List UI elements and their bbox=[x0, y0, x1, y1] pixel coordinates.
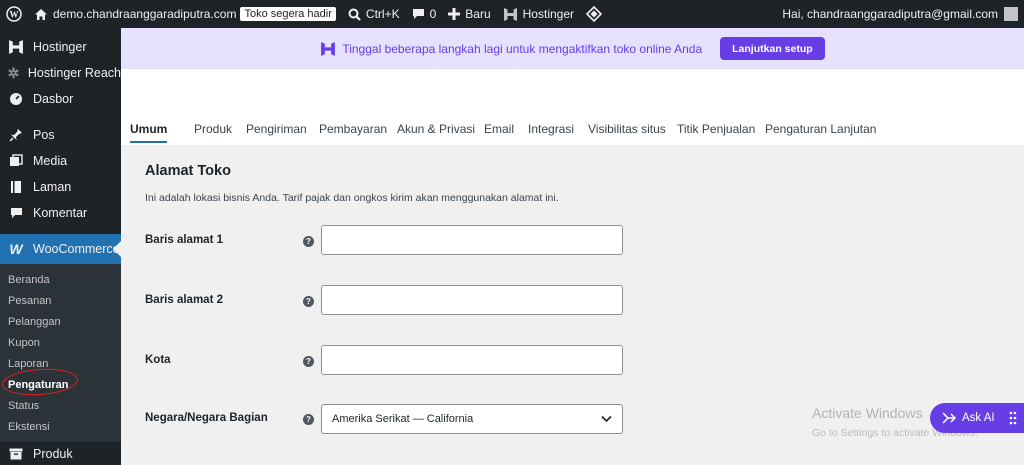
comment-icon bbox=[7, 204, 25, 222]
diamond-icon bbox=[586, 6, 602, 22]
chevron-down-icon bbox=[601, 415, 612, 423]
setup-banner: Tinggal beberapa langkah lagi untuk meng… bbox=[121, 28, 1024, 69]
diamond-plugin-button[interactable] bbox=[580, 0, 608, 28]
plus-icon bbox=[448, 8, 461, 20]
submenu-item-pelanggan[interactable]: Pelanggan bbox=[0, 312, 121, 333]
address-line-2-input[interactable] bbox=[321, 285, 623, 315]
avatar[interactable] bbox=[1004, 7, 1018, 21]
sidebar-item-label: Media bbox=[33, 154, 68, 168]
sidebar-item-label: Dasbor bbox=[33, 92, 74, 106]
woocommerce-submenu: Beranda Pesanan Pelanggan Kupon Laporan … bbox=[0, 264, 121, 442]
address-line-1-label: Baris alamat 1 bbox=[145, 234, 223, 246]
hostinger-logo-icon bbox=[321, 41, 336, 56]
site-name: demo.chandraanggaradiputra.com bbox=[53, 7, 237, 21]
country-state-select[interactable]: Amerika Serikat — California bbox=[321, 404, 623, 434]
sidebar-item-woocommerce[interactable]: W WooCommerce bbox=[0, 234, 121, 264]
submenu-item-status[interactable]: Status bbox=[0, 396, 121, 417]
submenu-item-ekstensi[interactable]: Ekstensi bbox=[0, 417, 121, 438]
address-line-2-label: Baris alamat 2 bbox=[145, 294, 223, 306]
search-shortcut: Ctrl+K bbox=[365, 7, 400, 21]
sidebar-item-label: WooCommerce bbox=[33, 242, 120, 256]
settings-tabs: Umum Produk Pengiriman Pembayaran Akun &… bbox=[121, 69, 1024, 145]
reach-icon: ✲ bbox=[7, 64, 20, 81]
sidebar-item-label: Komentar bbox=[33, 206, 88, 220]
tab-produk[interactable]: Produk bbox=[194, 122, 232, 136]
sidebar-item-label: Produk bbox=[33, 447, 73, 461]
sidebar-item-produk[interactable]: Produk bbox=[0, 442, 121, 465]
pin-icon bbox=[7, 126, 25, 144]
comment-icon bbox=[412, 8, 424, 19]
sidebar-item-hostinger-reach[interactable]: ✲ Hostinger Reach bbox=[0, 60, 121, 86]
dashboard-icon bbox=[7, 90, 25, 108]
sidebar-item-hostinger[interactable]: Hostinger bbox=[0, 34, 121, 60]
banner-text: Tinggal beberapa langkah lagi untuk meng… bbox=[342, 41, 703, 56]
hostinger-icon bbox=[7, 38, 25, 56]
sidebar-item-komentar[interactable]: Komentar bbox=[0, 200, 121, 226]
ask-ai-button[interactable]: Ask AI bbox=[930, 403, 1024, 433]
sparkle-icon bbox=[942, 412, 956, 424]
admin-sidebar: Hostinger ✲ Hostinger Reach Dasbor Pos M… bbox=[0, 28, 121, 465]
search-icon bbox=[348, 8, 361, 21]
help-icon[interactable]: ? bbox=[303, 414, 314, 425]
tab-integrasi[interactable]: Integrasi bbox=[528, 122, 574, 136]
sidebar-item-laman[interactable]: Laman bbox=[0, 174, 121, 200]
store-status-badge: Toko segera hadir bbox=[240, 7, 336, 21]
ask-ai-label: Ask AI bbox=[962, 412, 995, 424]
page-icon bbox=[7, 178, 25, 196]
tab-pengaturan-lanjutan[interactable]: Pengaturan Lanjutan bbox=[765, 122, 876, 136]
submenu-item-beranda[interactable]: Beranda bbox=[0, 270, 121, 291]
home-icon bbox=[35, 8, 47, 20]
hostinger-icon bbox=[503, 7, 517, 21]
city-input[interactable] bbox=[321, 345, 623, 375]
comments-count: 0 bbox=[429, 7, 437, 21]
country-state-label: Negara/Negara Bagian bbox=[145, 412, 268, 424]
new-content-button[interactable]: Baru bbox=[442, 0, 496, 28]
comments-link[interactable]: 0 bbox=[406, 0, 443, 28]
site-name-link[interactable]: demo.chandraanggaradiputra.com Toko sege… bbox=[28, 0, 342, 28]
drag-handle-icon[interactable] bbox=[1009, 411, 1017, 425]
address-line-1-input[interactable] bbox=[321, 225, 623, 255]
sidebar-item-label: Hostinger Reach bbox=[27, 66, 121, 80]
help-icon[interactable]: ? bbox=[303, 296, 314, 307]
submenu-item-pengaturan[interactable]: Pengaturan bbox=[0, 375, 121, 396]
activate-windows-title: Activate Windows bbox=[812, 405, 923, 421]
continue-setup-button[interactable]: Lanjutkan setup bbox=[720, 37, 825, 60]
hostinger-label: Hostinger bbox=[522, 7, 574, 21]
sidebar-item-media[interactable]: Media bbox=[0, 148, 121, 174]
sidebar-item-label: Hostinger bbox=[33, 40, 87, 54]
country-state-value: Amerika Serikat — California bbox=[332, 413, 474, 425]
woocommerce-icon: W bbox=[9, 241, 23, 257]
tab-pembayaran[interactable]: Pembayaran bbox=[319, 122, 387, 136]
section-description: Ini adalah lokasi bisnis Anda. Tarif paj… bbox=[145, 192, 559, 204]
section-title: Alamat Toko bbox=[145, 163, 231, 179]
sidebar-item-dasbor[interactable]: Dasbor bbox=[0, 86, 121, 112]
sidebar-item-pos[interactable]: Pos bbox=[0, 122, 121, 148]
search-button[interactable]: Ctrl+K bbox=[342, 0, 406, 28]
tab-email[interactable]: Email bbox=[484, 122, 514, 136]
sidebar-item-label: Pos bbox=[33, 128, 55, 142]
user-greeting[interactable]: Hai, chandraanggaradiputra@gmail.com bbox=[782, 7, 998, 21]
hostinger-link[interactable]: Hostinger bbox=[497, 0, 580, 28]
tab-titik-penjualan[interactable]: Titik Penjualan bbox=[677, 122, 755, 136]
new-label: Baru bbox=[465, 7, 491, 21]
tab-umum[interactable]: Umum bbox=[130, 122, 168, 143]
wordpress-logo-icon[interactable]: W bbox=[0, 0, 28, 28]
archive-icon bbox=[7, 445, 25, 463]
submenu-item-kupon[interactable]: Kupon bbox=[0, 333, 121, 354]
submenu-item-laporan[interactable]: Laporan bbox=[0, 354, 121, 375]
media-icon bbox=[7, 152, 25, 170]
tab-pengiriman[interactable]: Pengiriman bbox=[246, 122, 307, 136]
admin-bar: W demo.chandraanggaradiputra.com Toko se… bbox=[0, 0, 1024, 28]
city-label: Kota bbox=[145, 354, 171, 366]
tab-visibilitas-situs[interactable]: Visibilitas situs bbox=[588, 122, 666, 136]
help-icon[interactable]: ? bbox=[303, 356, 314, 367]
tab-akun-privasi[interactable]: Akun & Privasi bbox=[397, 122, 475, 136]
svg-text:W: W bbox=[10, 10, 19, 20]
sidebar-item-label: Laman bbox=[33, 180, 72, 194]
submenu-item-pesanan[interactable]: Pesanan bbox=[0, 291, 121, 312]
help-icon[interactable]: ? bbox=[303, 236, 314, 247]
